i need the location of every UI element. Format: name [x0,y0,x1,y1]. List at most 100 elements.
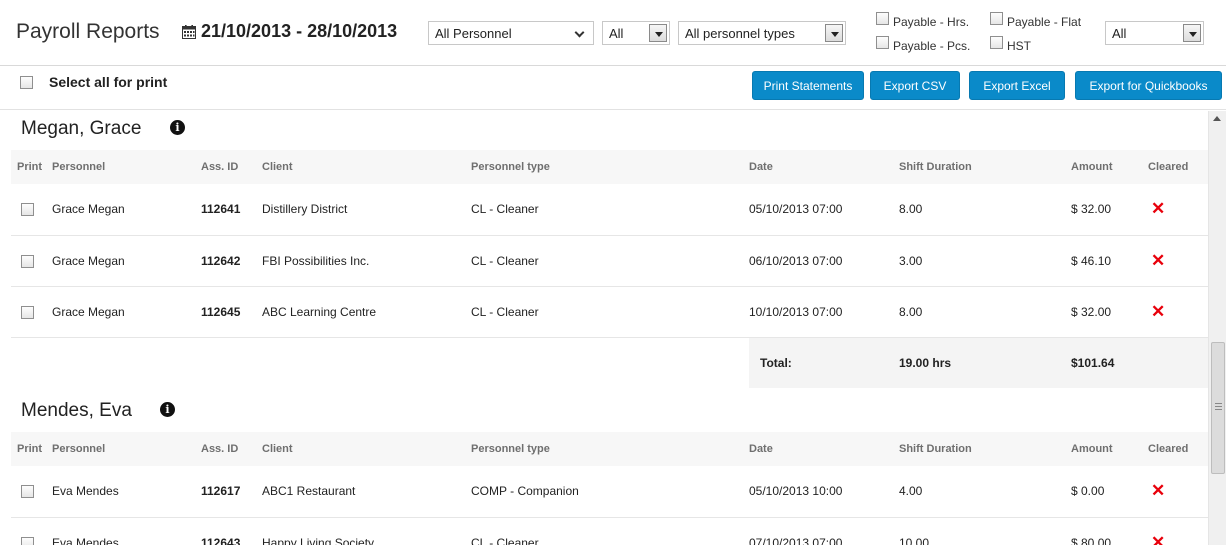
col-ass-id: Ass. ID [201,432,261,466]
dropdown-arrow-icon [649,24,667,42]
total-amount: $101.64 [1071,337,1148,388]
cell-ass-id[interactable]: 112642 [201,235,261,287]
filter-hst[interactable]: HST [990,35,1031,53]
cell-ass-id[interactable]: 112645 [201,286,261,338]
col-ass-id: Ass. ID [201,150,261,184]
cell-personnel-type: COMP - Companion [471,466,749,518]
personnel-group-name: Mendes, Eva [21,400,132,421]
status-select[interactable]: All [602,21,670,45]
payroll-table: Print Personnel Ass. ID Client Personnel… [11,432,1208,545]
col-amount: Amount [1071,150,1148,184]
not-cleared-x-icon[interactable]: ✕ [1151,481,1165,501]
table-header-row: Print Personnel Ass. ID Client Personnel… [11,432,1208,466]
col-personnel-type: Personnel type [471,432,749,466]
col-personnel: Personnel [41,150,201,184]
print-statements-button[interactable]: Print Statements [752,71,864,100]
dropdown-arrow-icon [1183,24,1201,42]
col-personnel: Personnel [41,432,201,466]
payable-flat-checkbox[interactable] [990,11,1003,25]
cell-personnel: Eva Mendes [41,517,201,545]
date-range[interactable]: 21/10/2013 - 28/10/2013 [182,21,397,42]
scope-select-value: All [1112,26,1127,41]
cell-client: Happy Living Society [261,517,471,545]
cell-client: FBI Possibilities Inc. [261,235,471,287]
payable-hrs-checkbox[interactable] [876,11,889,25]
cell-shift-duration: 8.00 [899,184,1071,236]
not-cleared-x-icon[interactable]: ✕ [1151,251,1165,271]
table-row: Grace Megan 112642 FBI Possibilities Inc… [11,235,1208,287]
cell-ass-id[interactable]: 112641 [201,184,261,236]
col-cleared: Cleared [1148,432,1208,466]
scope-select[interactable]: All [1105,21,1204,45]
filter-payable-pcs[interactable]: Payable - Pcs. [876,35,970,53]
col-cleared: Cleared [1148,150,1208,184]
cell-date: 05/10/2013 07:00 [749,184,899,236]
cell-personnel-type: CL - Cleaner [471,517,749,545]
info-icon[interactable]: i [160,402,175,417]
payable-hrs-label: Payable - Hrs. [893,15,970,29]
cell-amount: $ 32.00 [1071,184,1148,236]
hst-checkbox[interactable] [990,35,1003,49]
cell-personnel: Grace Megan [41,184,201,236]
cell-personnel: Grace Megan [41,235,201,287]
export-csv-button[interactable]: Export CSV [870,71,960,100]
hst-label: HST [1007,39,1031,53]
export-quickbooks-button[interactable]: Export for Quickbooks [1075,71,1222,100]
payable-pcs-checkbox[interactable] [876,35,889,49]
cell-personnel-type: CL - Cleaner [471,235,749,287]
not-cleared-x-icon[interactable]: ✕ [1151,533,1165,545]
personnel-type-select-value: All personnel types [685,26,795,41]
not-cleared-x-icon[interactable]: ✕ [1151,199,1165,219]
col-print: Print [11,432,42,466]
grip-line [1215,409,1222,410]
payroll-table: Print Personnel Ass. ID Client Personnel… [11,150,1208,388]
chevron-down-icon [574,27,585,38]
print-checkbox[interactable] [21,254,34,268]
col-client: Client [261,432,471,466]
filter-payable-flat[interactable]: Payable - Flat [990,11,1081,29]
personnel-type-select[interactable]: All personnel types [678,21,846,45]
cell-client: ABC Learning Centre [261,286,471,338]
cell-ass-id[interactable]: 112643 [201,517,261,545]
table-row: Grace Megan 112641 Distillery District C… [11,184,1208,236]
calendar-icon [182,24,196,39]
cell-personnel-type: CL - Cleaner [471,286,749,338]
print-checkbox[interactable] [21,305,34,319]
personnel-select[interactable]: All Personnel [428,21,594,45]
total-row: Total: 19.00 hrs $101.64 [11,337,1208,388]
col-date: Date [749,432,899,466]
table-row: Eva Mendes 112643 Happy Living Society C… [11,517,1208,545]
grip-line [1215,403,1222,404]
scroll-up-arrow-icon[interactable] [1213,116,1221,121]
cell-date: 07/10/2013 07:00 [749,517,899,545]
select-all-label: Select all for print [49,74,168,90]
table-row: Eva Mendes 112617 ABC1 Restaurant COMP -… [11,466,1208,518]
scrollbar-thumb[interactable] [1211,342,1225,474]
cell-shift-duration: 10.00 [899,517,1071,545]
col-shift-duration: Shift Duration [899,150,1071,184]
cell-ass-id[interactable]: 112617 [201,466,261,518]
total-label: Total: [749,337,899,388]
print-checkbox[interactable] [21,485,34,499]
status-select-value: All [609,26,624,41]
grip-line [1215,406,1222,407]
print-checkbox[interactable] [21,536,34,545]
cell-date: 10/10/2013 07:00 [749,286,899,338]
cell-date: 06/10/2013 07:00 [749,235,899,287]
not-cleared-x-icon[interactable]: ✕ [1151,302,1165,322]
select-all-checkbox[interactable] [20,75,33,89]
print-checkbox[interactable] [21,203,34,217]
cell-amount: $ 80.00 [1071,517,1148,545]
header-bar: Payroll Reports 21/10/2013 - 28/10/2013 … [0,0,1226,66]
select-all-for-print[interactable]: Select all for print [20,74,167,90]
filter-payable-hrs[interactable]: Payable - Hrs. [876,11,970,29]
col-client: Client [261,150,471,184]
col-amount: Amount [1071,432,1148,466]
action-toolbar: Select all for print Print Statements Ex… [0,66,1226,110]
date-range-text: 21/10/2013 - 28/10/2013 [201,21,398,41]
info-icon[interactable]: i [170,120,185,135]
vertical-scrollbar[interactable] [1208,111,1226,545]
cell-amount: $ 46.10 [1071,235,1148,287]
export-excel-button[interactable]: Export Excel [969,71,1065,100]
report-content: Megan, Grace i Print Personnel Ass. ID C… [0,111,1208,545]
